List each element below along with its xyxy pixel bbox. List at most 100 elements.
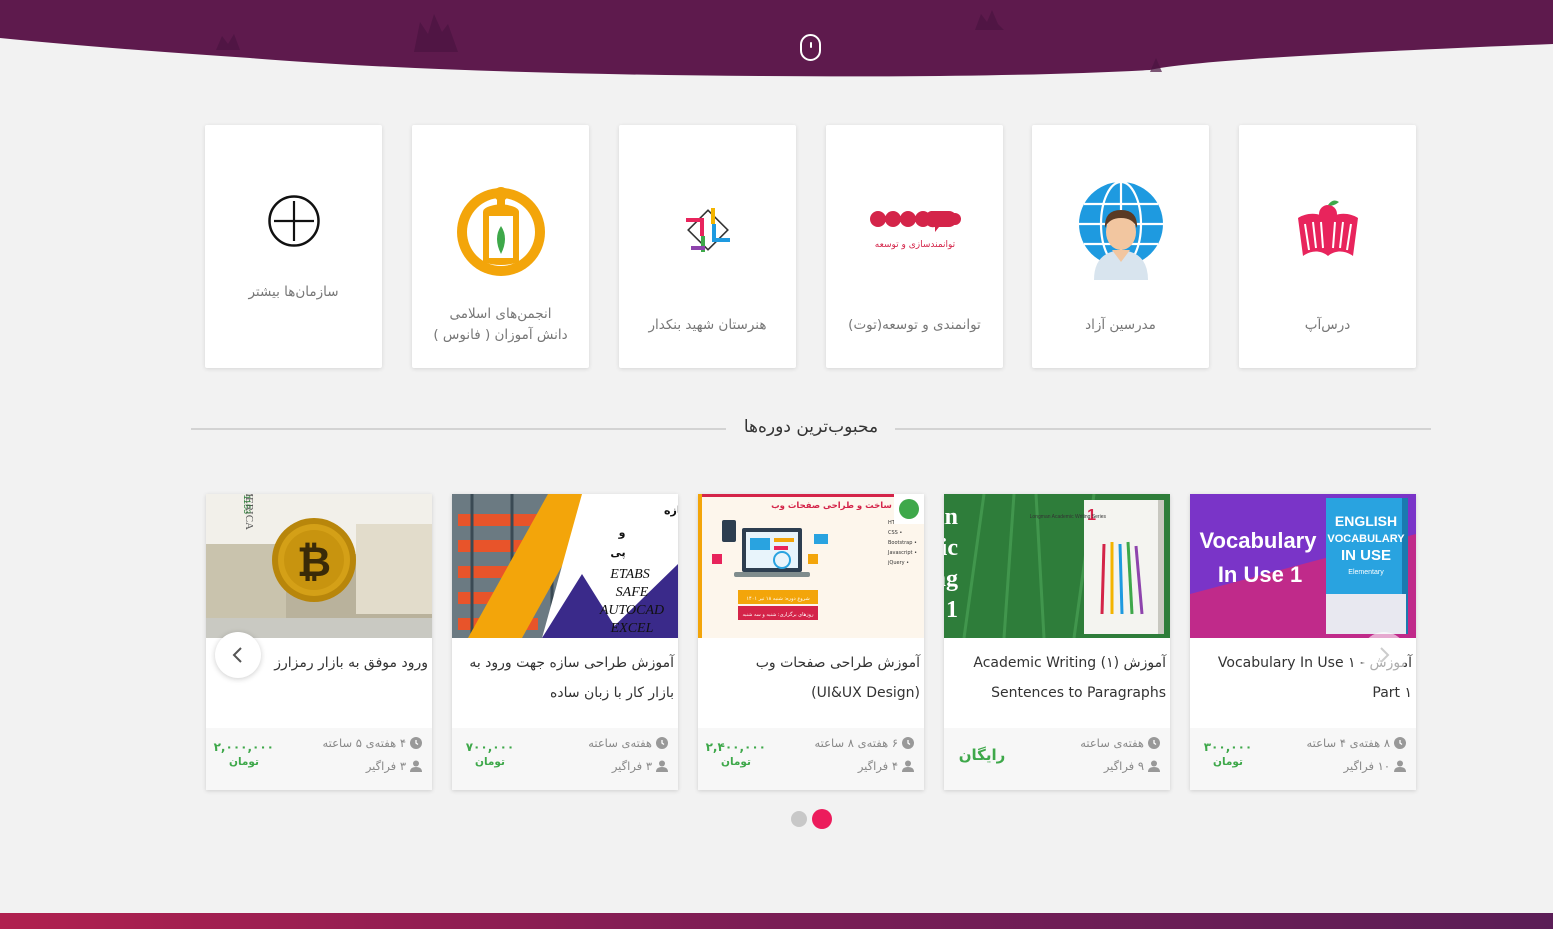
svg-text:Elementary: Elementary: [1348, 569, 1384, 576]
course-image: Longman Academic Writing Series 1 1 Long…: [944, 494, 1170, 638]
user-icon: [1148, 760, 1160, 772]
org-name-line: انجمن‌های اسلامی: [449, 306, 552, 322]
chevron-right-icon: [1380, 647, 1390, 663]
carousel-prev-button[interactable]: [215, 632, 261, 678]
students-text: ۱۰ فراگیر: [1343, 759, 1390, 773]
svg-text:Writing: Writing: [944, 566, 958, 592]
svg-text:Longman: Longman: [944, 504, 958, 530]
price-currency: تومان: [721, 756, 751, 768]
svg-text:EXCEL: EXCEL: [610, 621, 654, 636]
org-name: هنرستان شهید بنکدار: [648, 317, 767, 333]
svg-text:• CSS: • CSS: [888, 530, 902, 536]
course-price: ۳۰۰,۰۰۰ تومان: [1198, 740, 1258, 770]
org-card-free-teachers[interactable]: مدرسین آزاد: [1032, 125, 1209, 368]
org-name: درس‌آپ: [1304, 317, 1351, 333]
svg-text:و: و: [618, 526, 626, 539]
org-card-fanoos[interactable]: انجمن‌های اسلامی دانش آموزان ( فانوس ): [412, 125, 589, 368]
price-value: ۲,۴۰۰,۰۰۰: [705, 740, 766, 754]
course-students: ۹ فراگیر: [1104, 759, 1160, 773]
price-value: ۳۰۰,۰۰۰: [1203, 740, 1253, 754]
students-text: ۳ فراگیر: [365, 759, 406, 773]
course-price: رایگان: [952, 748, 1012, 763]
clock-icon: [1148, 737, 1160, 749]
course-card[interactable]: آموزش ساخت و طراحی صفحات وب • HTML • CSS…: [698, 494, 924, 790]
svg-text:SAFE: SAFE: [616, 585, 649, 600]
svg-text:Series 1: Series 1: [944, 597, 958, 623]
course-image: Vocabulary In Use 1 ENGLISH VOCABULARY I…: [1190, 494, 1416, 638]
org-card-more[interactable]: سازمان‌ها بیشتر: [205, 125, 382, 368]
org-card-shahid-bonakdar[interactable]: هنرستان شهید بنکدار: [619, 125, 796, 368]
price-value: رایگان: [958, 746, 1006, 764]
svg-text:شروع دوره: شنبه ۱۸ تیر ۱۴۰۱: شروع دوره: شنبه ۱۸ تیر ۱۴۰۱: [746, 596, 809, 602]
red-book-apple-icon: [1278, 180, 1378, 280]
course-footer: هفته‌ی ساعته ۳ فراگیر ۷۰۰,۰۰۰ تومان: [452, 728, 678, 790]
course-title[interactable]: آموزش طراحی صفحات وب (UI&UX Design): [702, 648, 920, 708]
course-card[interactable]: آموزش طراحی سازه و پی ETABS SAFE AUTOCAD…: [452, 494, 678, 790]
svg-text:Academic: Academic: [944, 535, 958, 561]
duration-text: هفته‌ی ساعته: [1080, 736, 1144, 750]
course-footer: ۴ هفته‌ی ۵ ساعته ۳ فراگیر ۲,۰۰۰,۰۰۰ توما…: [206, 728, 432, 790]
svg-text:توانمندسازی و توسعه: توانمندسازی و توسعه: [874, 240, 955, 250]
org-card-toot[interactable]: توانمندسازی و توسعه توانمندی و توسعه(توت…: [826, 125, 1003, 368]
globe-teacher-icon: [1071, 180, 1171, 280]
course-students: ۱۰ فراگیر: [1344, 759, 1406, 773]
course-price: ۲,۴۰۰,۰۰۰ تومان: [706, 740, 766, 770]
course-students: ۳ فراگیر: [366, 759, 422, 773]
carousel-next-button[interactable]: [1361, 632, 1407, 678]
svg-text:Longman Academic Writing Serie: Longman Academic Writing Series: [1030, 514, 1107, 520]
clock-icon: [410, 737, 422, 749]
carousel-dots: [791, 809, 841, 829]
svg-text:₿: ₿: [297, 537, 331, 586]
org-name-line: دانش آموزان ( فانوس ): [433, 327, 568, 343]
price-currency: تومان: [1213, 756, 1243, 768]
course-duration: هفته‌ی ساعته: [1080, 736, 1160, 750]
svg-text:• Bootstrap: • Bootstrap: [888, 540, 917, 546]
course-price: ۷۰۰,۰۰۰ تومان: [460, 740, 520, 770]
course-card[interactable]: Longman Academic Writing Series 1 1 Long…: [944, 494, 1170, 790]
svg-text:ETABS: ETABS: [609, 567, 649, 582]
svg-text:AUTOCAD: AUTOCAD: [599, 603, 664, 618]
section-title: محبوب‌ترین دوره‌ها: [743, 417, 879, 437]
course-students: ۴ فراگیر: [858, 759, 914, 773]
course-title[interactable]: آموزش طراحی سازه جهت ورود به بازار کار ب…: [456, 648, 674, 708]
course-image: آموزش ساخت و طراحی صفحات وب • HTML • CSS…: [698, 494, 924, 638]
students-text: ۳ فراگیر: [611, 759, 652, 773]
course-duration: هفته‌ی ساعته: [588, 736, 668, 750]
clock-icon: [1394, 737, 1406, 749]
user-icon: [902, 760, 914, 772]
course-footer: هفته‌ی ساعته ۹ فراگیر رایگان: [944, 728, 1170, 790]
course-footer: ۸ هفته‌ی ۴ ساعته ۱۰ فراگیر ۳۰۰,۰۰۰ تومان: [1190, 728, 1416, 790]
svg-text:• Javascript: • Javascript: [887, 550, 917, 556]
chevron-left-icon: [232, 647, 242, 663]
svg-text:Vocabulary: Vocabulary: [1200, 528, 1318, 553]
svg-text:• jQuery: • jQuery: [887, 560, 909, 566]
course-title[interactable]: آموزش (۱) Academic Writing Sentences to …: [948, 648, 1166, 708]
org-card-darsup[interactable]: درس‌آپ: [1239, 125, 1416, 368]
user-icon: [1394, 760, 1406, 772]
course-duration: ۴ هفته‌ی ۵ ساعته: [322, 736, 422, 750]
org-name: سازمان‌ها بیشتر: [248, 284, 339, 300]
svg-text:آموزش طراحی سازه: آموزش طراحی سازه: [664, 503, 678, 517]
duration-text: هفته‌ی ساعته: [588, 736, 652, 750]
organizations-row: درس‌آپ مدرسین آزاد: [205, 125, 1417, 368]
svg-text:In Use 1: In Use 1: [1218, 562, 1302, 587]
carousel-dot-active[interactable]: [812, 809, 832, 829]
clock-icon: [656, 737, 668, 749]
duration-text: ۴ هفته‌ی ۵ ساعته: [322, 736, 406, 750]
plus-circle-icon: [244, 171, 344, 271]
section-header: محبوب‌ترین دوره‌ها: [191, 417, 1431, 443]
org-name: توانمندی و توسعه(توت): [848, 317, 981, 333]
svg-text:پی: پی: [610, 546, 625, 559]
price-currency: تومان: [475, 756, 505, 768]
scroll-mouse-icon[interactable]: [800, 34, 821, 61]
carousel-dot[interactable]: [791, 811, 807, 827]
price-currency: تومان: [229, 756, 259, 768]
svg-text:روزهای برگزاری: شنبه و سه شنبه: روزهای برگزاری: شنبه و سه شنبه: [742, 611, 814, 618]
svg-text:IN USE: IN USE: [1341, 547, 1391, 564]
svg-text:E91153: E91153: [242, 494, 252, 514]
students-text: ۹ فراگیر: [1103, 759, 1144, 773]
duration-text: ۸ هفته‌ی ۴ ساعته: [1306, 736, 1390, 750]
header-band: [0, 0, 1553, 80]
clock-icon: [902, 737, 914, 749]
course-students: ۳ فراگیر: [612, 759, 668, 773]
